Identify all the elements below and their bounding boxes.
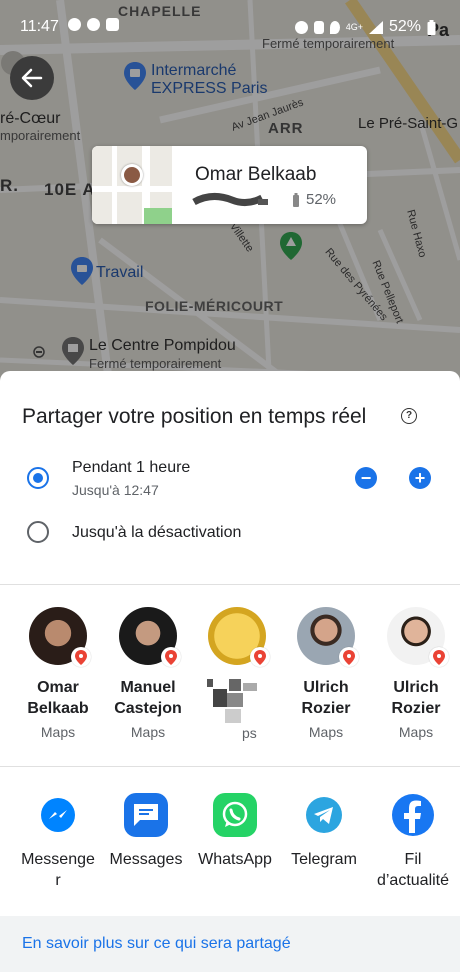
contact-item[interactable]: ps <box>192 607 282 741</box>
google-maps-icon <box>71 647 91 667</box>
avatar <box>29 607 91 667</box>
share-location-sheet: Partager votre position en temps réel ? … <box>0 371 460 972</box>
facebook-icon <box>391 793 435 837</box>
whatsapp-notif-icon <box>68 18 81 31</box>
messenger-icon <box>36 793 80 837</box>
telegram-icon <box>302 793 346 837</box>
google-maps-icon <box>250 647 270 667</box>
battery-icon <box>293 192 299 207</box>
avatar <box>297 607 359 667</box>
status-bar: 11:47 4G+ 52% <box>0 0 460 50</box>
arrow-left-icon <box>21 68 43 88</box>
help-icon[interactable]: ? <box>401 408 417 424</box>
contact-name: Manuel Castejon <box>114 679 182 717</box>
google-maps-icon <box>161 647 181 667</box>
increase-time-button[interactable]: + <box>409 467 431 489</box>
learn-more-link[interactable]: En savoir plus sur ce qui sera partagé <box>22 935 291 953</box>
contact-item[interactable]: Ulrich Rozier Maps <box>281 607 371 740</box>
decrease-time-button[interactable]: − <box>355 467 377 489</box>
divider <box>0 584 460 585</box>
share-app-messages[interactable]: Messages <box>100 793 192 870</box>
contact-app: ps <box>242 725 257 741</box>
facebook-notif-icon <box>87 18 100 31</box>
until-off-radio[interactable] <box>27 521 49 543</box>
contact-app: Maps <box>130 724 166 740</box>
contact-name: Ulrich Rozier <box>391 679 441 717</box>
signal-icon <box>368 20 383 34</box>
contact-name: Omar Belkaab <box>27 679 89 717</box>
contact-item[interactable]: Manuel Castejon Maps <box>103 607 193 740</box>
app-label: Messages <box>109 851 183 868</box>
contact-app: Maps <box>40 724 76 740</box>
share-app-whatsapp[interactable]: WhatsApp <box>189 793 281 870</box>
avatar <box>121 164 143 186</box>
duration-1h-label[interactable]: Pendant 1 heure <box>72 459 190 477</box>
avatar <box>119 607 181 667</box>
avatar <box>208 607 270 667</box>
divider <box>0 766 460 767</box>
until-off-label[interactable]: Jusqu'à la désactivation <box>72 524 241 542</box>
app-label: WhatsApp <box>198 851 272 868</box>
whatsapp-icon <box>213 793 257 837</box>
mini-map <box>92 146 172 224</box>
map-view[interactable]: CHAPELLE Fermé temporairement Pa Interma… <box>0 0 460 390</box>
status-time: 11:47 <box>20 18 59 35</box>
contact-app: Maps <box>308 724 344 740</box>
network-type: 4G+ <box>345 22 363 32</box>
share-app-facebook[interactable]: Fil d’actualité <box>367 793 459 891</box>
google-maps-icon <box>339 647 359 667</box>
app-label: Fil d’actualité <box>376 851 450 889</box>
person-name: Omar Belkaab <box>195 164 317 185</box>
contact-item[interactable]: Ulrich Rozier Maps <box>371 607 460 740</box>
location-icon <box>329 20 340 34</box>
redacted-scribble <box>192 193 268 207</box>
redacted-pixelation <box>207 679 257 723</box>
battery-percent: 52% <box>388 18 421 35</box>
gallery-notif-icon <box>106 18 119 31</box>
share-app-messenger[interactable]: Messenge r <box>12 793 104 891</box>
contact-item[interactable]: Omar Belkaab Maps <box>13 607 103 740</box>
learn-more-footer: En savoir plus sur ce qui sera partagé <box>0 916 460 972</box>
alarm-icon <box>294 20 308 34</box>
app-label: Telegram <box>291 851 357 868</box>
contact-app: Maps <box>398 724 434 740</box>
back-button[interactable] <box>10 56 54 100</box>
mute-icon <box>313 20 324 34</box>
battery-icon <box>427 19 436 35</box>
app-label: Messenge r <box>21 851 95 889</box>
battery-level: 52% <box>306 191 337 208</box>
share-app-telegram[interactable]: Telegram <box>278 793 370 870</box>
contact-name: Ulrich Rozier <box>301 679 351 717</box>
messages-icon <box>124 793 168 837</box>
duration-1h-until: Jusqu'à 12:47 <box>72 482 159 498</box>
person-location-card[interactable]: Omar Belkaab 52% <box>92 146 367 224</box>
avatar <box>387 607 449 667</box>
google-maps-icon <box>429 647 449 667</box>
sheet-title: Partager votre position en temps réel <box>22 405 367 428</box>
duration-1h-radio[interactable] <box>27 467 49 489</box>
